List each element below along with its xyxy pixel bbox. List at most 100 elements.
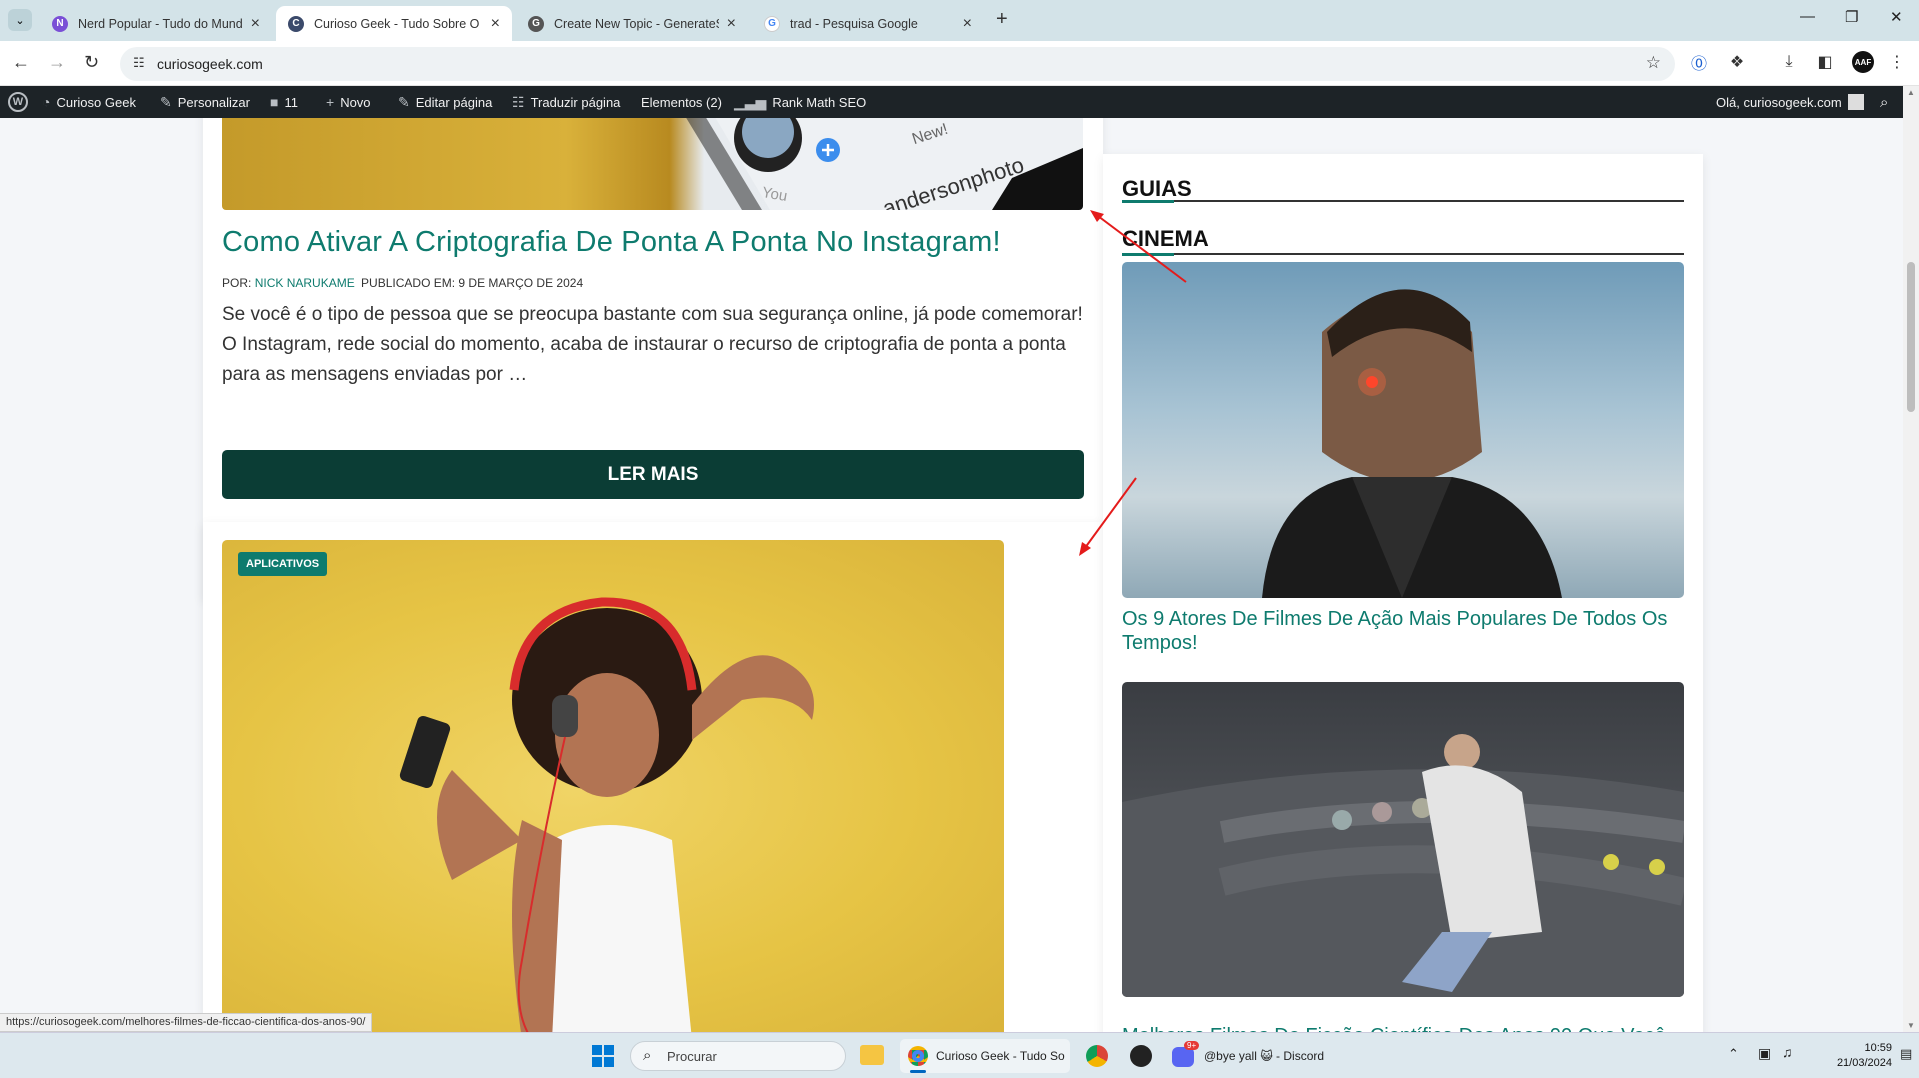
avatar-initials: AAF (1854, 57, 1872, 67)
discord-badge: 9+ (1184, 1041, 1200, 1050)
cinema-illustration (1122, 734, 1684, 997)
wp-edit-page-link[interactable]: ✎ Editar página (398, 86, 492, 118)
wp-account-link[interactable]: Olá, curiosogeek.com (1716, 86, 1864, 118)
discord-icon (1172, 1047, 1194, 1067)
minimize-icon[interactable]: — (1800, 8, 1815, 25)
address-toolbar: ← → ↻ ☷ curiosogeek.com ☆ ⓪ ❖ ⤓ ◧ AAF ⋮ (0, 41, 1919, 86)
wp-comments-link[interactable]: ■ 11 (270, 86, 298, 118)
page-content: New! andersonphoto You Como Ativar A Cri… (0, 118, 1903, 1032)
volume-icon[interactable]: ♫ (1782, 1044, 1793, 1060)
divider-accent (1122, 200, 1174, 203)
wp-site-link[interactable]: ◔ Curioso Geek (42, 86, 136, 118)
download-icon[interactable]: ⤓ (1778, 51, 1800, 73)
taskbar-discord-window[interactable]: 9+ @bye yall 😺 - Discord (1168, 1039, 1338, 1073)
brush-icon: ✎ (160, 93, 172, 110)
tab-search-button[interactable]: ⌄ (8, 9, 32, 31)
read-more-button[interactable]: LER MAIS (222, 450, 1084, 499)
bookmark-star-icon[interactable]: ☆ (1646, 53, 1661, 73)
app-dark-icon[interactable] (1130, 1045, 1152, 1067)
user-avatar-icon (1847, 94, 1864, 110)
status-url-bubble: https://curiosogeek.com/melhores-filmes-… (0, 1013, 373, 1032)
wp-elements-label: Elementos (2) (641, 94, 722, 110)
site-info-icon[interactable]: ☷ (133, 55, 145, 71)
tab-curioso-geek[interactable]: C Curioso Geek - Tudo Sobre O U × (276, 6, 512, 41)
divider-accent (1122, 253, 1174, 256)
tab-title: trad - Pesquisa Google (790, 16, 918, 31)
article-link-actors[interactable]: Os 9 Atores De Filmes De Ação Mais Popul… (1122, 607, 1684, 655)
by-label: POR: (222, 276, 252, 290)
tab-title: Curioso Geek - Tudo Sobre O U (314, 16, 483, 31)
network-icon[interactable]: ▣ (1758, 1045, 1771, 1062)
post-meta: POR: NICK NARUKAME PUBLICADO EM: 9 DE MA… (222, 276, 583, 290)
wp-translate-label: Traduzir página (530, 94, 621, 110)
published-date: PUBLICADO EM: 9 DE MARÇO DE 2024 (361, 276, 584, 290)
reload-icon[interactable]: ↻ (84, 52, 99, 73)
post-title[interactable]: Como Ativar A Criptografia De Ponta A Po… (222, 226, 1001, 259)
extension-1password-icon[interactable]: ⓪ (1688, 51, 1710, 73)
wp-new-label: Novo (340, 94, 371, 110)
tab-google[interactable]: G trad - Pesquisa Google × (752, 6, 984, 41)
wp-elements-link[interactable]: Elementos (2) (641, 86, 722, 118)
avatar[interactable]: AAF (1852, 51, 1874, 73)
author-link[interactable]: NICK NARUKAME (255, 276, 355, 290)
taskbar: ⌕ Procurar Curioso Geek - Tudo So 9+ @by… (0, 1032, 1919, 1078)
post-image-music-woman[interactable]: APLICATIVOS (222, 540, 1004, 1032)
close-icon[interactable]: × (491, 15, 500, 33)
wp-translate-link[interactable]: ☷ Traduzir página (512, 86, 620, 118)
tab-generate[interactable]: G Create New Topic - GenerateSu × (516, 6, 748, 41)
wp-greeting-label: Olá, curiosogeek.com (1716, 94, 1842, 110)
wp-new-link[interactable]: + Novo (326, 86, 371, 118)
widget-title-cinema: CINEMA (1122, 226, 1209, 251)
search-icon: ⌕ (643, 1047, 652, 1064)
tray-chevron-icon[interactable]: ⌃ (1728, 1046, 1739, 1062)
category-badge[interactable]: APLICATIVOS (238, 552, 328, 576)
windows-start-icon[interactable] (592, 1045, 614, 1067)
wp-customize-link[interactable]: ✎ Personalizar (160, 86, 250, 118)
plus-icon: + (326, 94, 335, 110)
restore-icon[interactable]: ❐ (1845, 8, 1858, 26)
scroll-up-icon[interactable]: ▲ (1907, 88, 1915, 97)
url-bar[interactable]: ☷ curiosogeek.com ☆ (120, 47, 1675, 81)
chrome-icon (908, 1046, 928, 1066)
woman-illustration (399, 597, 814, 1032)
back-icon[interactable]: ← (12, 52, 30, 73)
menu-kebab-icon[interactable]: ⋮ (1886, 51, 1908, 73)
extensions-puzzle-icon[interactable]: ❖ (1726, 51, 1748, 73)
chrome-alt-icon[interactable] (1086, 1045, 1108, 1067)
curioso-geek-favicon: C (288, 15, 304, 32)
close-window-icon[interactable]: ✕ (1890, 8, 1903, 26)
close-icon[interactable]: × (727, 15, 736, 33)
close-icon[interactable]: × (963, 15, 972, 33)
side-panel-icon[interactable]: ◧ (1814, 51, 1836, 73)
page-scrollbar[interactable]: ▲ ▼ (1903, 86, 1919, 1032)
notification-icon[interactable]: ▤ (1900, 1046, 1912, 1062)
nerd-popular-favicon: N (52, 15, 68, 32)
wp-customize-label: Personalizar (177, 94, 250, 110)
tab-title: Create New Topic - GenerateSu (554, 16, 719, 31)
tab-nerd-popular[interactable]: N Nerd Popular - Tudo do Mundo × (40, 6, 272, 41)
wp-site-label: Curioso Geek (56, 94, 136, 110)
scrollbar-thumb[interactable] (1907, 262, 1915, 412)
wp-search-icon[interactable]: ⌕ (1880, 86, 1888, 118)
scroll-down-icon[interactable]: ▼ (1907, 1021, 1915, 1030)
close-icon[interactable]: × (251, 15, 260, 33)
taskbar-chrome-window[interactable]: Curioso Geek - Tudo So (900, 1039, 1070, 1073)
widget-title-guias: GUIAS (1122, 176, 1192, 201)
taskbar-search[interactable]: ⌕ Procurar (630, 1041, 846, 1071)
post-card: APLICATIVOS (203, 522, 1103, 1032)
article-image-cinema[interactable] (1122, 682, 1684, 997)
article-image-terminator[interactable] (1122, 262, 1684, 598)
clock[interactable]: 10:59 21/03/2024 (1812, 1041, 1892, 1071)
wp-admin-bar: W ◔ Curioso Geek ✎ Personalizar ■ 11 + Novo … (0, 86, 1903, 118)
wp-edit-label: Editar página (415, 94, 493, 110)
post-image-instagram[interactable]: New! andersonphoto You (222, 118, 1083, 210)
wordpress-logo-icon[interactable]: W (8, 86, 28, 118)
new-tab-button[interactable]: + (996, 8, 1008, 31)
translate-icon: ☷ (512, 93, 525, 110)
article-link-scifi[interactable]: Melhores Filmes De Ficção Científica Dos… (1122, 1024, 1684, 1032)
browser-tab-strip: ⌄ N Nerd Popular - Tudo do Mundo × C Cur… (0, 0, 1919, 41)
wp-rankmath-link[interactable]: ▁▃▅ Rank Math SEO (734, 86, 866, 118)
forward-icon[interactable]: → (48, 52, 66, 73)
clock-date: 21/03/2024 (1836, 1057, 1892, 1069)
file-explorer-icon[interactable] (860, 1045, 884, 1065)
